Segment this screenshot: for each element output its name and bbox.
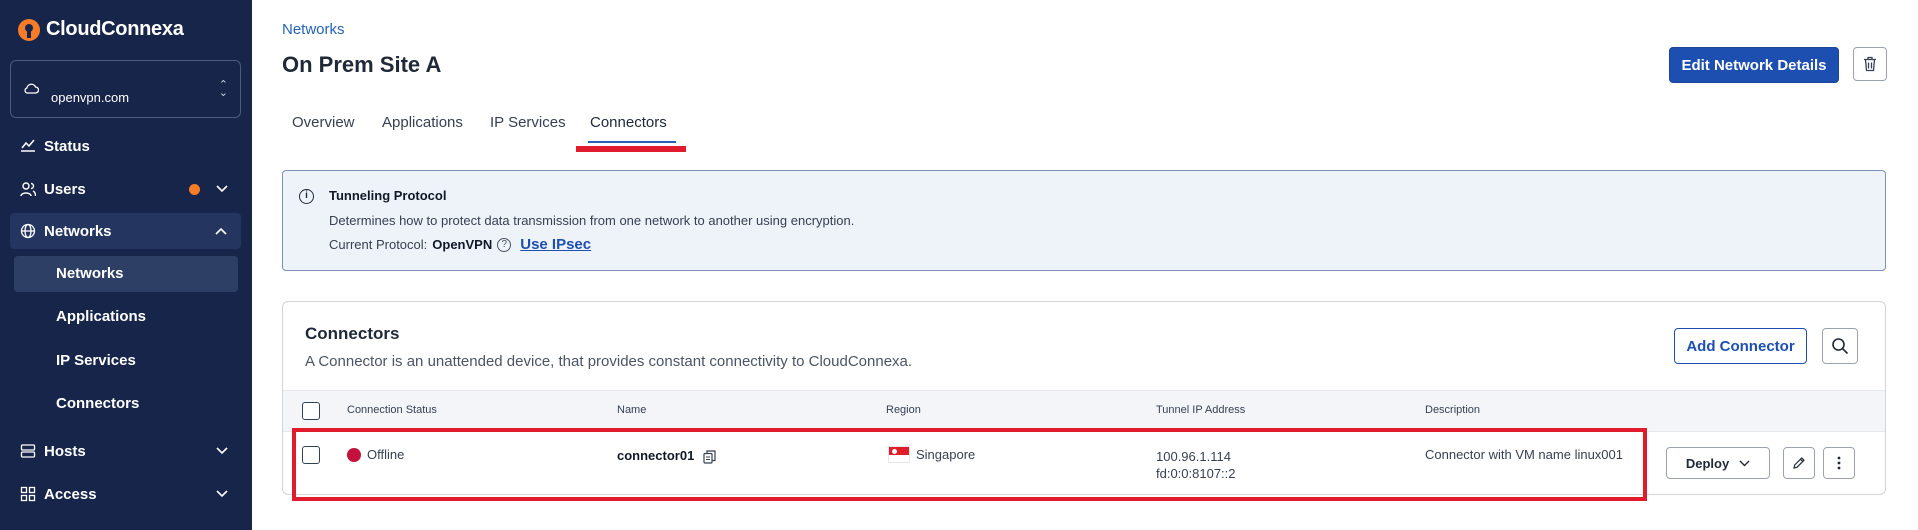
sidebar-subitem-networks[interactable]: Networks xyxy=(56,265,124,282)
sidebar-item-hosts[interactable]: Hosts xyxy=(0,433,252,469)
sidebar-item-label: Status xyxy=(44,137,90,155)
active-tab-indicator xyxy=(588,141,676,143)
tab-connectors[interactable]: Connectors xyxy=(590,114,667,131)
sidebar-item-status[interactable]: Status xyxy=(0,128,252,164)
table-header: Connection Status Name Region Tunnel IP … xyxy=(283,390,1885,432)
activity-icon xyxy=(21,139,35,152)
info-icon: i xyxy=(299,189,314,204)
org-selector[interactable]: openvpn.com ⌃ ⌄ xyxy=(10,60,241,118)
page-title: On Prem Site A xyxy=(282,52,442,77)
delete-network-button[interactable] xyxy=(1853,47,1887,81)
app-root: CloudConnexa openvpn.com ⌃ ⌄ Status Users xyxy=(0,0,1918,530)
trash-icon xyxy=(1864,56,1876,72)
deploy-dropdown-button[interactable]: Deploy xyxy=(1666,447,1770,479)
sidebar-subitem-applications[interactable]: Applications xyxy=(56,308,146,325)
current-protocol: Current Protocol: OpenVPN ? Use IPsec xyxy=(329,236,591,253)
column-header[interactable]: Tunnel IP Address xyxy=(1156,404,1245,416)
sidebar-item-label: Networks xyxy=(44,222,112,240)
cloudconnexa-logo-icon xyxy=(18,18,40,41)
brand-logo[interactable]: CloudConnexa xyxy=(18,18,184,41)
grid-icon xyxy=(20,486,36,502)
chevron-down-icon xyxy=(216,447,228,455)
use-ipsec-link[interactable]: Use IPsec xyxy=(520,236,591,253)
up-down-chevron-icon: ⌃ ⌄ xyxy=(218,79,228,99)
sidebar-item-label: Hosts xyxy=(44,442,86,460)
protocol-value: OpenVPN xyxy=(432,237,493,252)
tunneling-protocol-notice: i Tunneling Protocol Determines how to p… xyxy=(282,170,1886,271)
card-description: A Connector is an unattended device, tha… xyxy=(305,353,913,370)
notice-description: Determines how to protect data transmiss… xyxy=(329,213,855,228)
add-connector-button[interactable]: Add Connector xyxy=(1674,328,1807,364)
notice-title: Tunneling Protocol xyxy=(329,188,447,203)
sidebar-item-networks[interactable]: Networks xyxy=(10,213,241,249)
search-button[interactable] xyxy=(1822,328,1858,364)
edit-network-details-button[interactable]: Edit Network Details xyxy=(1669,47,1839,83)
sidebar-item-access[interactable]: Access xyxy=(0,476,252,512)
sidebar-subitem-active-bg xyxy=(14,256,238,292)
sidebar-item-label: Access xyxy=(44,485,97,503)
column-header[interactable]: Name xyxy=(617,404,646,416)
protocol-label: Current Protocol: xyxy=(329,237,428,252)
sidebar-subitem-connectors[interactable]: Connectors xyxy=(56,395,139,412)
card-title: Connectors xyxy=(305,324,400,343)
users-icon xyxy=(20,182,36,197)
breadcrumb-networks[interactable]: Networks xyxy=(282,21,345,38)
globe-icon xyxy=(20,223,36,239)
edit-connector-button[interactable] xyxy=(1783,447,1815,479)
more-vertical-icon xyxy=(1837,456,1841,470)
sidebar-item-users[interactable]: Users xyxy=(0,171,252,207)
highlight-underline-annotation xyxy=(576,146,686,152)
column-header[interactable]: Connection Status xyxy=(347,404,437,416)
help-icon[interactable]: ? xyxy=(497,237,512,252)
org-name: openvpn.com xyxy=(51,90,130,105)
more-actions-button[interactable] xyxy=(1823,447,1855,479)
tab-overview[interactable]: Overview xyxy=(292,114,355,131)
server-icon xyxy=(20,444,36,458)
chevron-down-icon xyxy=(216,185,228,193)
notification-dot xyxy=(189,184,200,195)
chevron-up-icon xyxy=(215,227,227,235)
highlight-box-annotation xyxy=(292,428,1647,501)
sidebar-subitem-ip-services[interactable]: IP Services xyxy=(56,352,136,369)
pencil-icon xyxy=(1793,457,1805,469)
tab-ip-services[interactable]: IP Services xyxy=(490,114,566,131)
sidebar-item-label: Users xyxy=(44,180,86,198)
brand-name: CloudConnexa xyxy=(46,18,184,40)
select-all-checkbox[interactable] xyxy=(302,402,320,420)
deploy-label: Deploy xyxy=(1685,455,1730,471)
tab-applications[interactable]: Applications xyxy=(382,114,463,131)
cloud-icon xyxy=(24,83,39,94)
sidebar: CloudConnexa openvpn.com ⌃ ⌄ Status Users xyxy=(0,0,252,530)
column-header[interactable]: Description xyxy=(1425,404,1480,416)
chevron-down-icon xyxy=(1739,460,1750,466)
search-icon xyxy=(1832,338,1849,355)
chevron-down-icon xyxy=(216,490,228,498)
column-header[interactable]: Region xyxy=(886,404,921,416)
